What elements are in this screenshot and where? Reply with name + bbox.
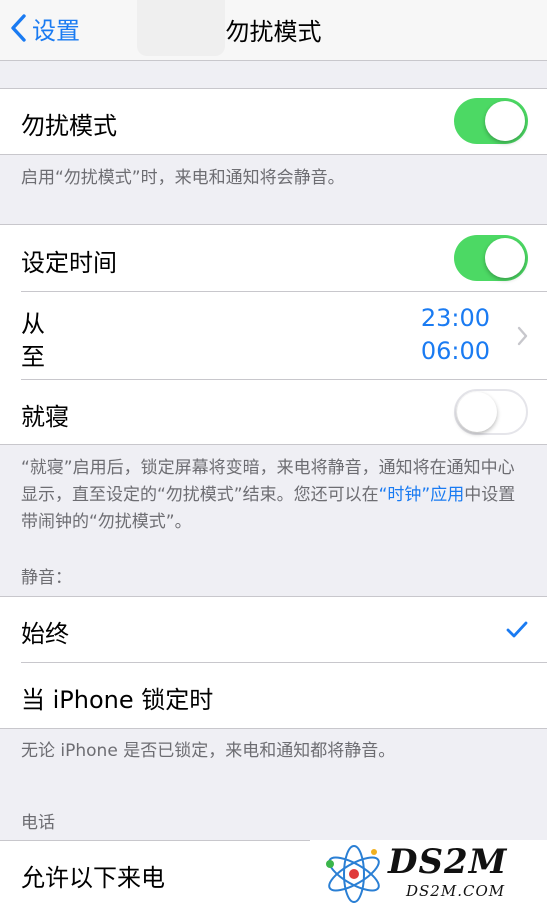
- silence-locked-row[interactable]: 当 iPhone 锁定时: [0, 663, 547, 728]
- watermark-main-text: DS2M: [388, 842, 508, 882]
- silence-always-row[interactable]: 始终: [0, 597, 547, 662]
- chevron-right-icon: [517, 326, 528, 346]
- bedtime-label: 就寝: [21, 403, 69, 431]
- allow-calls-label: 允许以下来电: [21, 864, 165, 892]
- phone-header: 电话: [21, 813, 55, 833]
- watermark-sub-text: DS2M.COM: [406, 882, 506, 900]
- silence-group: 始终 当 iPhone 锁定时: [0, 596, 547, 729]
- silence-footer: 无论 iPhone 是否已锁定，来电和通知都将静音。: [21, 741, 396, 761]
- watermark: DS2M DS2M.COM: [310, 840, 547, 908]
- scheduled-label: 设定时间: [21, 249, 117, 277]
- to-time: 06:00: [420, 337, 490, 365]
- time-range-row[interactable]: 从 至 23:00 06:00: [0, 292, 547, 379]
- atom-logo-icon: [326, 845, 380, 903]
- clock-app-link[interactable]: “时钟”应用: [379, 485, 465, 505]
- dnd-group: 勿扰模式: [0, 88, 547, 155]
- bedtime-footer: “就寝”启用后，锁定屏幕将变暗，来电将静音，通知将在通知中心显示，直至设定的“勿…: [21, 455, 531, 536]
- dnd-row: 勿扰模式: [0, 89, 547, 154]
- navigation-bar: 设置 勿扰模式: [0, 0, 547, 61]
- scheduled-row: 设定时间: [0, 225, 547, 291]
- toggle-knob: [485, 101, 525, 141]
- page-title: 勿扰模式: [225, 18, 322, 46]
- silence-locked-label: 当 iPhone 锁定时: [21, 686, 214, 714]
- toggle-knob: [457, 392, 497, 432]
- scheduled-toggle[interactable]: [454, 235, 528, 281]
- dnd-label: 勿扰模式: [21, 112, 117, 140]
- schedule-group: 设定时间 从 至 23:00 06:00 就寝: [0, 224, 547, 445]
- dnd-footer: 启用“勿扰模式”时，来电和通知将会静音。: [21, 168, 345, 188]
- silence-always-label: 始终: [21, 620, 69, 648]
- from-label: 从: [21, 310, 45, 338]
- toggle-knob: [485, 238, 525, 278]
- bedtime-row: 就寝: [0, 380, 547, 444]
- to-label: 至: [21, 343, 45, 371]
- checkmark-icon: [506, 621, 528, 638]
- silence-header: 静音：: [21, 568, 72, 588]
- bedtime-toggle[interactable]: [454, 389, 528, 435]
- dnd-toggle[interactable]: [454, 98, 528, 144]
- from-time: 23:00: [420, 304, 490, 332]
